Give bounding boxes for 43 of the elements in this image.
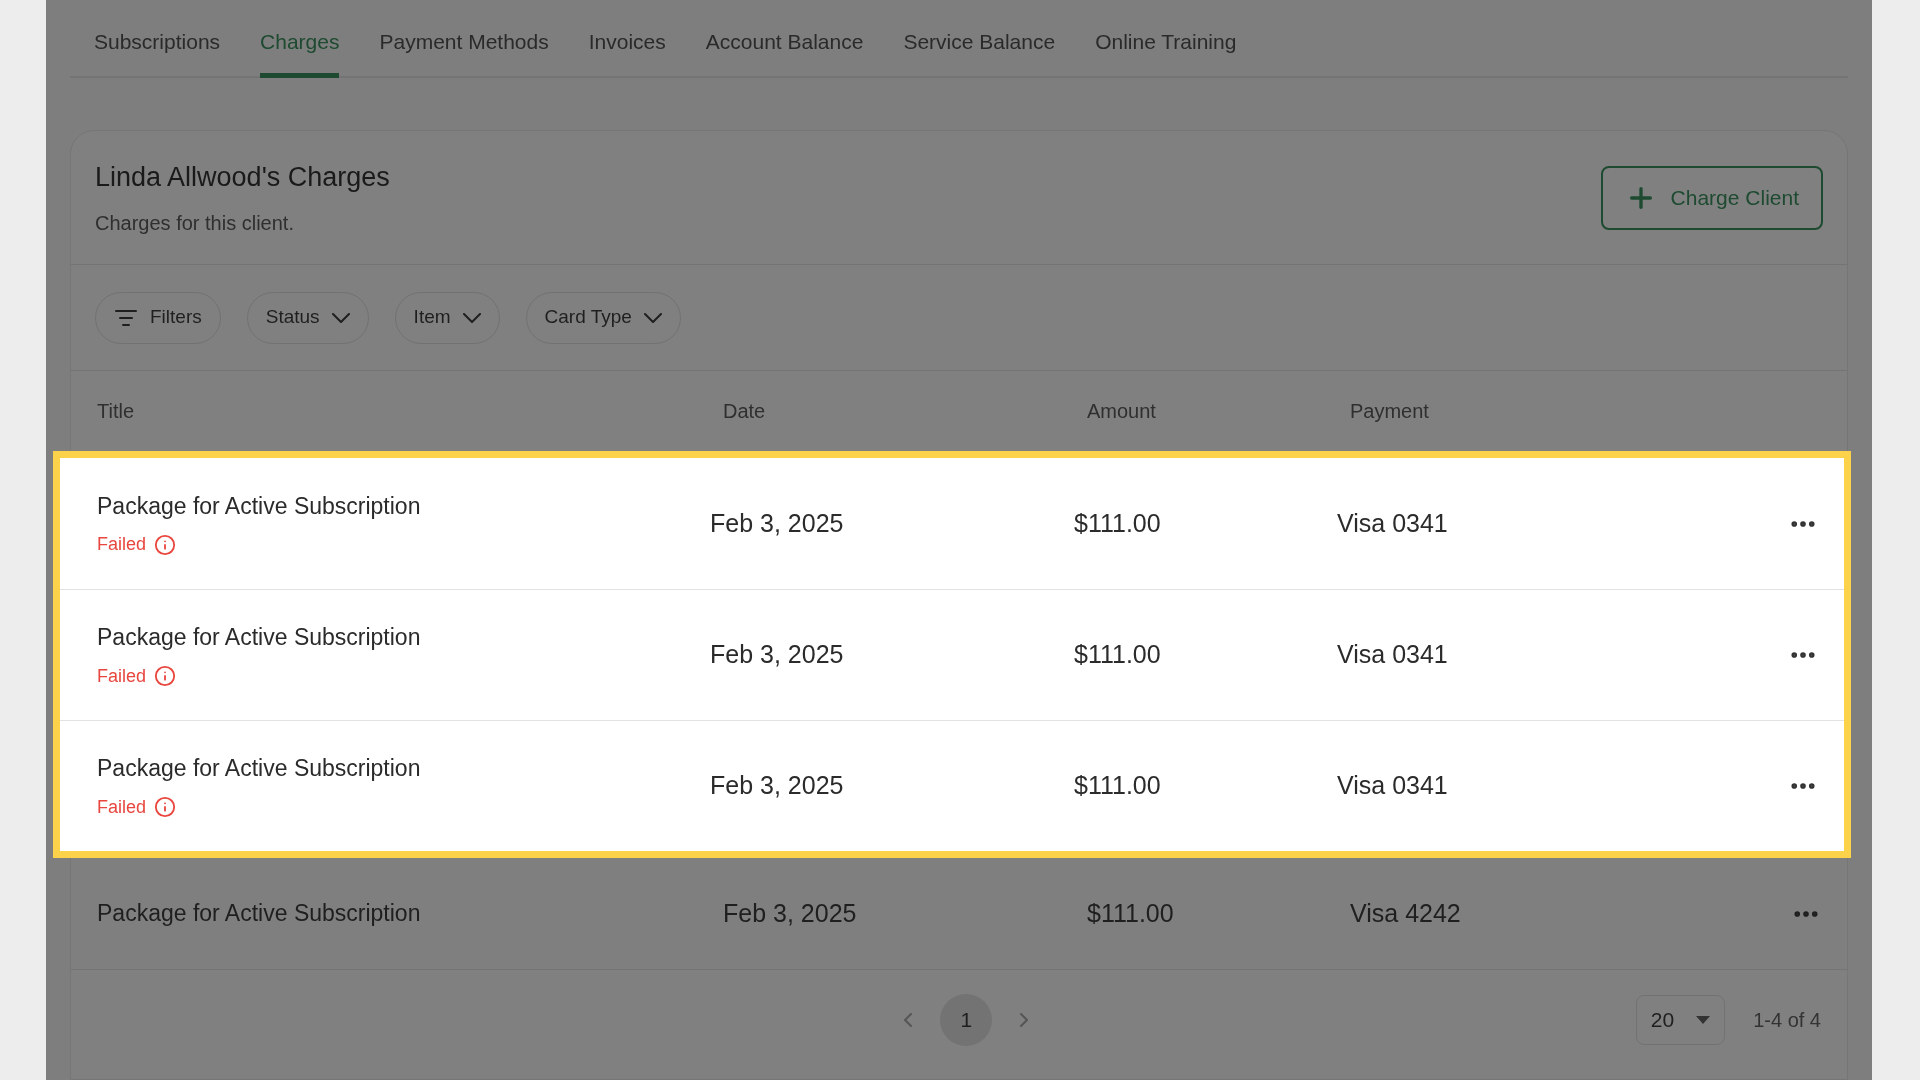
- charge-amount: $111.00: [1074, 639, 1162, 671]
- chevron-down-icon: [331, 312, 350, 323]
- charge-amount: $111.00: [1087, 897, 1175, 929]
- page-range: 1-4 of 4: [1753, 1008, 1821, 1033]
- info-icon[interactable]: [154, 665, 177, 688]
- payment-method: Visa 0341: [1337, 507, 1449, 539]
- dropdown-icon: [1696, 1016, 1711, 1024]
- card-title: Linda Allwood's Charges: [95, 161, 390, 195]
- status-label: Failed: [97, 664, 147, 688]
- info-icon[interactable]: [154, 533, 177, 556]
- charge-amount: $111.00: [1074, 507, 1162, 539]
- payment-method: Visa 0341: [1337, 639, 1449, 671]
- charge-title: Package for Active Subscription: [97, 491, 422, 521]
- page-size-select[interactable]: 20: [1635, 995, 1726, 1045]
- column-header: Amount: [1087, 400, 1156, 422]
- tab[interactable]: Online Training: [1095, 25, 1237, 78]
- column-header: Date: [723, 400, 766, 422]
- charge-date: Feb 3, 2025: [710, 639, 845, 671]
- payment-method: Visa 0341: [1337, 770, 1449, 802]
- charge-date: Feb 3, 2025: [723, 897, 858, 929]
- status-label: Failed: [97, 795, 147, 819]
- chevron-down-icon: [643, 312, 662, 323]
- charge-client-button[interactable]: Charge Client: [1600, 165, 1823, 230]
- column-header: Payment: [1350, 400, 1429, 422]
- charge-date: Feb 3, 2025: [710, 770, 845, 802]
- charge-date: Feb 3, 2025: [710, 507, 845, 539]
- info-icon[interactable]: [154, 796, 177, 819]
- tab[interactable]: Account Balance: [705, 25, 864, 78]
- charge-title: Package for Active Subscription: [97, 899, 422, 929]
- column-header: Title: [97, 400, 135, 422]
- chevron-down-icon: [462, 312, 481, 323]
- status-label: Failed: [97, 533, 147, 557]
- tab[interactable]: Subscriptions: [94, 25, 221, 78]
- tab[interactable]: Invoices: [588, 25, 666, 78]
- charge-title: Package for Active Subscription: [97, 623, 422, 653]
- payment-method: Visa 4242: [1350, 897, 1462, 929]
- tab[interactable]: Service Balance: [903, 25, 1056, 78]
- tab[interactable]: Payment Methods: [379, 25, 549, 78]
- page-button[interactable]: 1: [940, 994, 993, 1046]
- charge-title: Package for Active Subscription: [97, 754, 422, 784]
- charge-amount: $111.00: [1074, 770, 1162, 802]
- tab[interactable]: Charges: [260, 25, 340, 78]
- card-subtitle: Charges for this client.: [95, 210, 295, 236]
